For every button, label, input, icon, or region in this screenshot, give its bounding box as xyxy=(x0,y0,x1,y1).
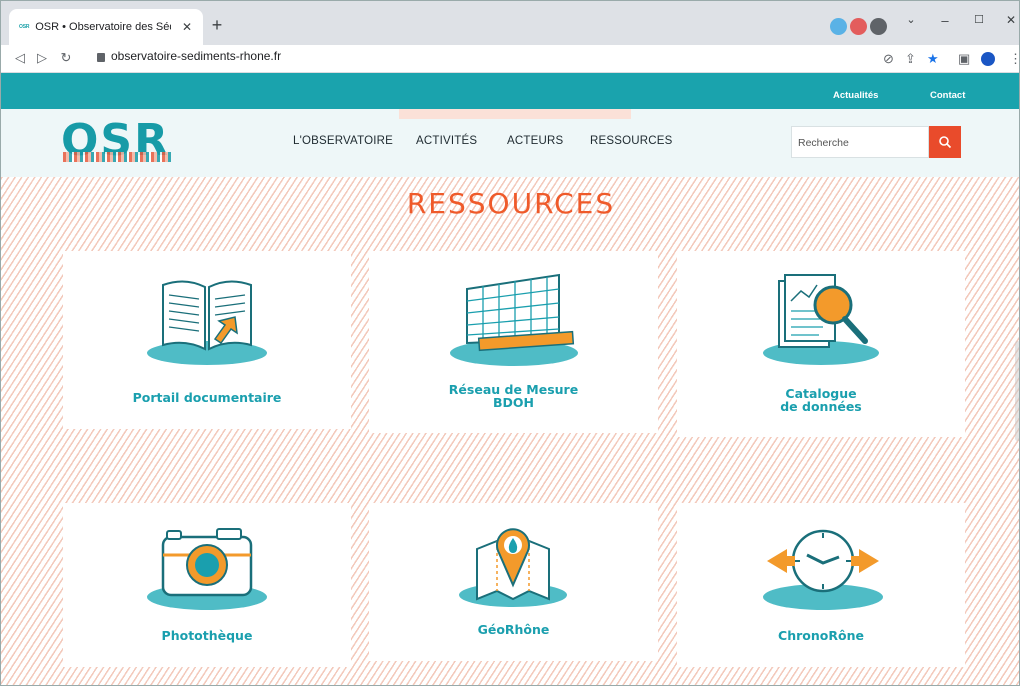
browser-window: OSR OSR • Observatoire des Sédiments ✕ +… xyxy=(0,0,1020,686)
eye-off-icon[interactable]: ⊘ xyxy=(883,51,894,67)
page-title: RESSOURCES xyxy=(406,187,616,220)
extension-icon[interactable] xyxy=(850,18,867,35)
map-pin-icon xyxy=(459,528,567,607)
bookmark-star-icon[interactable]: ★ xyxy=(927,51,939,67)
card-label-line-2: de données xyxy=(780,399,862,414)
clock-icon xyxy=(763,529,883,610)
new-tab-icon[interactable]: + xyxy=(207,16,227,36)
lock-icon xyxy=(97,52,105,62)
download-icon[interactable] xyxy=(870,18,887,35)
nav-activites[interactable]: ACTIVITÉS xyxy=(416,135,477,147)
nav-observatoire[interactable]: L'OBSERVATOIRE xyxy=(293,135,393,147)
card-label-line-2: BDOH xyxy=(493,395,534,410)
reload-icon[interactable]: ↻ xyxy=(57,50,75,66)
card-label: Portail documentaire xyxy=(132,390,282,405)
card-label: ChronoRône xyxy=(778,628,864,643)
card-georhone[interactable]: GéoRhône xyxy=(369,503,658,661)
share-icon[interactable]: ⇪ xyxy=(905,51,916,67)
browser-tab[interactable]: OSR OSR • Observatoire des Sédiments ✕ xyxy=(9,9,203,45)
forward-icon[interactable]: ▷ xyxy=(33,50,51,66)
card-catalogue-de-donnees[interactable]: Catalogue de données xyxy=(677,251,965,437)
card-phototheque[interactable]: Photothèque xyxy=(63,503,351,667)
measure-grid-icon xyxy=(450,273,578,366)
header-decoration xyxy=(399,109,631,119)
card-label: GéoRhône xyxy=(477,622,550,637)
open-book-icon xyxy=(147,280,267,365)
scrollbar[interactable] xyxy=(1015,341,1019,441)
camera-icon xyxy=(147,528,267,610)
tab-title: OSR • Observatoire des Sédiments xyxy=(35,21,171,33)
url-text: observatoire-sediments-rhone.fr xyxy=(111,49,282,63)
tab-close-icon[interactable]: ✕ xyxy=(179,20,195,34)
tab-search-icon[interactable]: ⌄ xyxy=(901,13,921,26)
link-contact[interactable]: Contact xyxy=(930,90,965,101)
logo-pattern xyxy=(63,152,171,162)
card-reseau-de-mesure[interactable]: Réseau de Mesure BDOH xyxy=(369,251,658,433)
card-label: Photothèque xyxy=(161,628,253,643)
nav-ressources[interactable]: RESSOURCES xyxy=(590,135,673,147)
menu-icon[interactable]: ⋮ xyxy=(1009,51,1019,67)
tab-strip: OSR OSR • Observatoire des Sédiments ✕ +… xyxy=(1,1,1019,45)
extension-icon[interactable] xyxy=(830,18,847,35)
address-bar[interactable]: observatoire-sediments-rhone.fr xyxy=(97,49,281,63)
maximize-icon[interactable]: ☐ xyxy=(969,13,989,26)
side-panel-icon[interactable]: ▣ xyxy=(958,51,970,67)
nav-acteurs[interactable]: ACTEURS xyxy=(507,135,563,147)
search-input[interactable]: Recherche xyxy=(791,126,929,158)
close-window-icon[interactable]: ✕ xyxy=(1001,13,1019,27)
magnifier-document-icon xyxy=(763,274,879,365)
search-button[interactable] xyxy=(929,126,961,158)
card-portail-documentaire[interactable]: Portail documentaire xyxy=(63,251,351,429)
browser-toolbar: ◁ ▷ ↻ observatoire-sediments-rhone.fr ⊘ … xyxy=(1,45,1019,73)
search-icon xyxy=(939,136,952,149)
profile-avatar[interactable] xyxy=(981,52,995,66)
link-actualites[interactable]: Actualités xyxy=(833,90,878,101)
card-chronorone[interactable]: ChronoRône xyxy=(677,503,965,667)
back-icon[interactable]: ◁ xyxy=(11,50,29,66)
top-bar: Actualités Contact xyxy=(1,73,1019,109)
tab-favicon: OSR xyxy=(19,24,30,30)
minimize-icon[interactable]: – xyxy=(935,13,955,28)
